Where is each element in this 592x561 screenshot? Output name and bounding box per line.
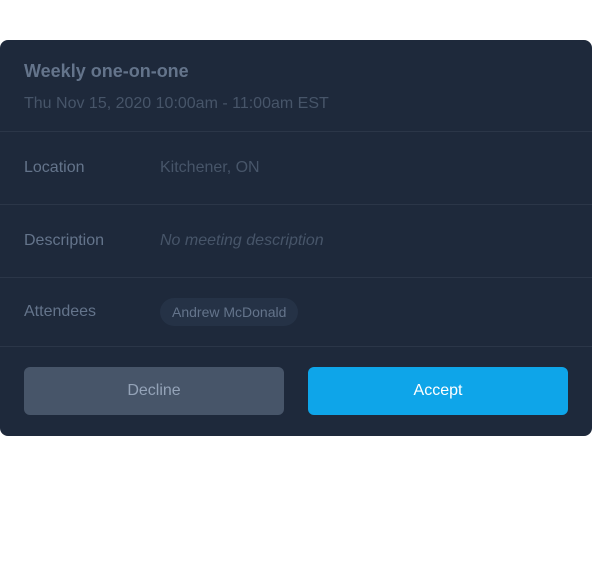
accept-button[interactable]: Accept — [308, 367, 568, 415]
action-bar: Decline Accept — [0, 347, 592, 415]
description-value: No meeting description — [160, 232, 324, 249]
location-value: Kitchener, ON — [160, 159, 260, 176]
attendees-label: Attendees — [24, 303, 97, 320]
attendees-list: Andrew McDonald — [160, 298, 299, 326]
event-invite-card: Weekly one-on-one Thu Nov 15, 2020 10:00… — [0, 40, 592, 436]
location-row: Location Kitchener, ON — [0, 132, 592, 205]
location-label: Location — [24, 159, 85, 176]
event-datetime: Thu Nov 15, 2020 10:00am - 11:00am EST — [24, 95, 329, 112]
event-header: Weekly one-on-one Thu Nov 15, 2020 10:00… — [0, 40, 592, 132]
description-label: Description — [24, 232, 105, 249]
description-row: Description No meeting description — [0, 205, 592, 278]
event-title: Weekly one-on-one — [24, 61, 189, 81]
decline-button[interactable]: Decline — [24, 367, 284, 415]
attendee-chip[interactable]: Andrew McDonald — [160, 298, 299, 326]
attendees-row: Attendees Andrew McDonald — [0, 278, 592, 347]
